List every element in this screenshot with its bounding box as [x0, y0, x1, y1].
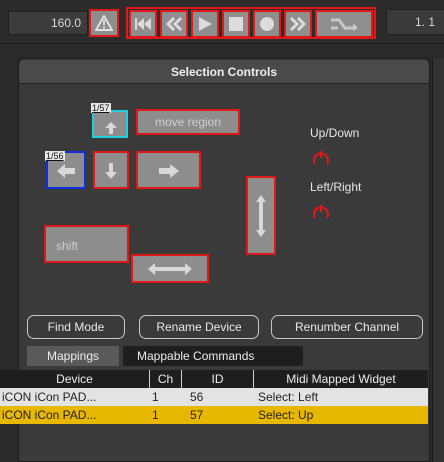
up-arrow-icon	[105, 122, 117, 134]
up-down-key[interactable]	[246, 176, 276, 255]
loop-icon	[331, 18, 358, 31]
transport-controls-group	[126, 7, 376, 39]
record-icon	[260, 17, 274, 31]
play-button[interactable]	[191, 10, 219, 38]
stop-button[interactable]	[222, 10, 250, 38]
table-header-row: Device Ch ID Midi Mapped Widget	[0, 370, 428, 388]
up-arrow-key[interactable]	[92, 110, 128, 138]
tab-mappable-commands[interactable]: Mappable Commands	[123, 346, 303, 366]
tempo-field[interactable]: 160.0	[8, 11, 88, 35]
up-down-arrow-icon	[256, 195, 266, 237]
warning-button[interactable]	[89, 9, 119, 37]
column-header-midi-mapped-widget[interactable]: Midi Mapped Widget	[254, 370, 428, 388]
left-key-badge: 1/56	[45, 151, 65, 161]
cell-device: iCON iCon PAD...	[2, 390, 97, 404]
up-key-badge: 1/57	[91, 103, 111, 113]
left-right-knob-icon[interactable]	[312, 203, 330, 221]
down-arrow-icon	[105, 163, 117, 179]
up-down-knob-icon[interactable]	[312, 149, 330, 167]
right-arrow-key[interactable]	[136, 151, 201, 189]
adjacent-panel-edge	[432, 58, 444, 462]
rewind-icon	[165, 17, 183, 31]
fast-forward-button[interactable]	[284, 10, 312, 38]
right-arrow-icon	[159, 164, 179, 178]
panel-title: Selection Controls	[19, 60, 429, 84]
cell-ch: 1	[152, 390, 159, 404]
table-row[interactable]: iCON iCon PAD... 1 56 Select: Left	[0, 388, 428, 406]
move-region-button[interactable]: move region	[136, 109, 240, 135]
fast-forward-icon	[289, 17, 307, 31]
rewind-to-start-button[interactable]	[129, 10, 157, 38]
warning-icon	[95, 15, 113, 31]
cell-id: 57	[190, 408, 204, 422]
find-mode-button[interactable]: Find Mode	[27, 315, 125, 339]
stop-icon	[229, 17, 243, 31]
left-right-key[interactable]	[131, 254, 209, 283]
column-header-device[interactable]: Device	[0, 370, 150, 388]
table-row-selected[interactable]: iCON iCon PAD... 1 57 Select: Up	[0, 406, 428, 424]
shift-key[interactable]: shift	[44, 225, 129, 263]
renumber-channel-button[interactable]: Renumber Channel	[271, 315, 423, 339]
left-arrow-icon	[57, 164, 75, 178]
left-right-label: Left/Right	[310, 180, 362, 194]
cell-device: iCON iCon PAD...	[2, 408, 97, 422]
record-button[interactable]	[253, 10, 281, 38]
cell-ch: 1	[152, 408, 159, 422]
play-icon	[199, 17, 212, 31]
cell-widget: Select: Up	[258, 408, 314, 422]
left-right-arrow-icon	[148, 263, 192, 275]
column-header-id[interactable]: ID	[182, 370, 254, 388]
skip-to-start-icon	[135, 18, 151, 30]
up-down-label: Up/Down	[310, 126, 360, 140]
cell-id: 56	[190, 390, 204, 404]
rename-device-button[interactable]: Rename Device	[139, 315, 259, 339]
cell-widget: Select: Left	[258, 390, 319, 404]
loop-button[interactable]	[315, 10, 373, 38]
rewind-button[interactable]	[160, 10, 188, 38]
down-arrow-key[interactable]	[93, 151, 129, 189]
column-header-ch[interactable]: Ch	[150, 370, 182, 388]
tab-mappings[interactable]: Mappings	[27, 346, 119, 366]
time-readout: 1. 1	[386, 9, 444, 35]
